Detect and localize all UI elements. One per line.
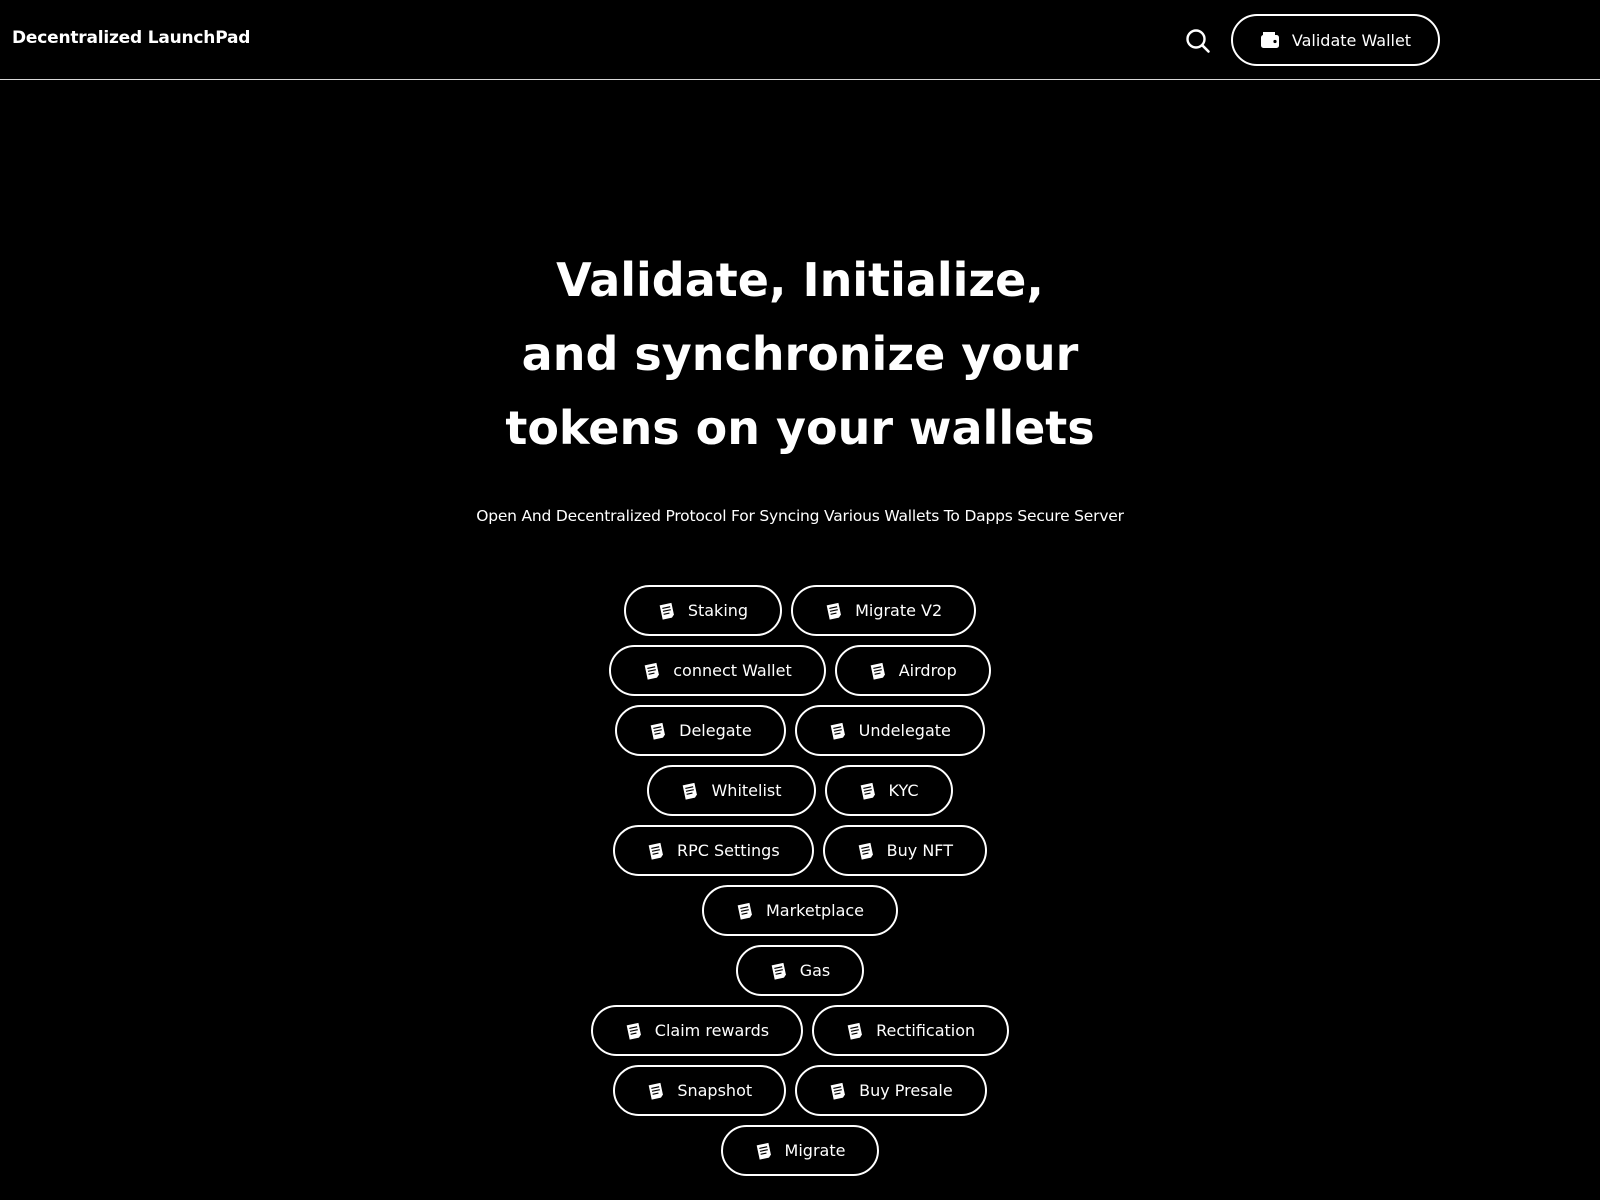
action-row: Claim rewards Rectification [0, 1005, 1600, 1056]
action-label: Delegate [679, 721, 752, 740]
buy-nft-button[interactable]: Buy NFT [822, 825, 987, 876]
whitelist-button[interactable]: Whitelist [647, 765, 816, 816]
kyc-button[interactable]: KYC [824, 765, 953, 816]
action-row: Staking Migrate V2 [0, 585, 1600, 636]
validate-wallet-button[interactable]: Validate Wallet [1231, 14, 1440, 66]
hero-subtitle: Open And Decentralized Protocol For Sync… [476, 507, 1124, 525]
note-icon [650, 722, 666, 740]
top-navigation-bar: Decentralized LaunchPad Validate Wallet [0, 0, 1600, 80]
note-icon [683, 782, 698, 800]
action-label: Migrate [784, 1141, 846, 1160]
action-label: Gas [799, 961, 831, 980]
hero-title: Validate, Initialize, and synchronize yo… [0, 243, 1600, 465]
action-label: Rectification [876, 1021, 976, 1040]
validate-wallet-label: Validate Wallet [1291, 30, 1412, 50]
note-icon [830, 1082, 846, 1100]
action-label: Undelegate [858, 721, 951, 740]
note-icon [860, 782, 875, 800]
airdrop-button[interactable]: Airdrop [834, 645, 991, 696]
hero-title-line: Validate, Initialize, [556, 253, 1044, 307]
delegate-button[interactable]: Delegate [615, 705, 786, 756]
action-label: Buy NFT [886, 841, 953, 860]
action-label: Whitelist [711, 781, 782, 800]
action-label: KYC [888, 781, 919, 800]
action-row: Migrate [0, 1125, 1600, 1176]
rectification-button[interactable]: Rectification [812, 1005, 1010, 1056]
action-row: Snapshot Buy Presale [0, 1065, 1600, 1116]
search-button[interactable] [1184, 27, 1212, 55]
wallet-icon [1260, 32, 1279, 48]
claim-rewards-button[interactable]: Claim rewards [590, 1005, 804, 1056]
action-row: Delegate Undelegate [0, 705, 1600, 756]
action-button-grid: Staking Migrate V2 connect Wallet Airdrop De… [0, 585, 1600, 1185]
undelegate-button[interactable]: Undelegate [794, 705, 985, 756]
gas-button[interactable]: Gas [735, 945, 865, 996]
action-label: Marketplace [765, 901, 865, 920]
buy-presale-button[interactable]: Buy Presale [795, 1065, 987, 1116]
note-icon [870, 662, 885, 680]
brand-name[interactable]: Decentralized LaunchPad [12, 28, 250, 48]
action-label: RPC Settings [677, 841, 780, 860]
note-icon [830, 722, 845, 740]
note-icon [771, 962, 786, 980]
migrate-button[interactable]: Migrate [720, 1125, 880, 1176]
rpc-settings-button[interactable]: RPC Settings [613, 825, 814, 876]
note-icon [649, 1082, 664, 1100]
search-icon [1186, 29, 1210, 53]
action-row: Marketplace [0, 885, 1600, 936]
action-label: Airdrop [898, 661, 957, 680]
note-icon [648, 842, 663, 860]
action-row: Whitelist KYC [0, 765, 1600, 816]
action-label: Claim rewards [654, 1021, 770, 1040]
note-icon [737, 902, 752, 920]
note-icon [659, 602, 674, 620]
hero-title-line: tokens on your wallets [505, 401, 1095, 455]
action-label: Migrate V2 [855, 601, 943, 620]
note-icon [847, 1022, 863, 1040]
staking-button[interactable]: Staking [623, 585, 783, 636]
action-row: Gas [0, 945, 1600, 996]
action-label: Staking [687, 601, 749, 620]
note-icon [626, 1022, 641, 1040]
connect-wallet-button[interactable]: connect Wallet [609, 645, 826, 696]
hero-title-line: and synchronize your [521, 327, 1079, 381]
action-row: RPC Settings Buy NFT [0, 825, 1600, 876]
note-icon [826, 602, 841, 620]
action-label: Snapshot [677, 1081, 753, 1100]
action-row: connect Wallet Airdrop [0, 645, 1600, 696]
note-icon [644, 662, 660, 680]
note-icon [756, 1142, 771, 1160]
migrate-v2-button[interactable]: Migrate V2 [791, 585, 977, 636]
marketplace-button[interactable]: Marketplace [701, 885, 899, 936]
snapshot-button[interactable]: Snapshot [613, 1065, 787, 1116]
note-icon [858, 842, 873, 860]
action-label: connect Wallet [673, 661, 792, 680]
action-label: Buy Presale [859, 1081, 953, 1100]
